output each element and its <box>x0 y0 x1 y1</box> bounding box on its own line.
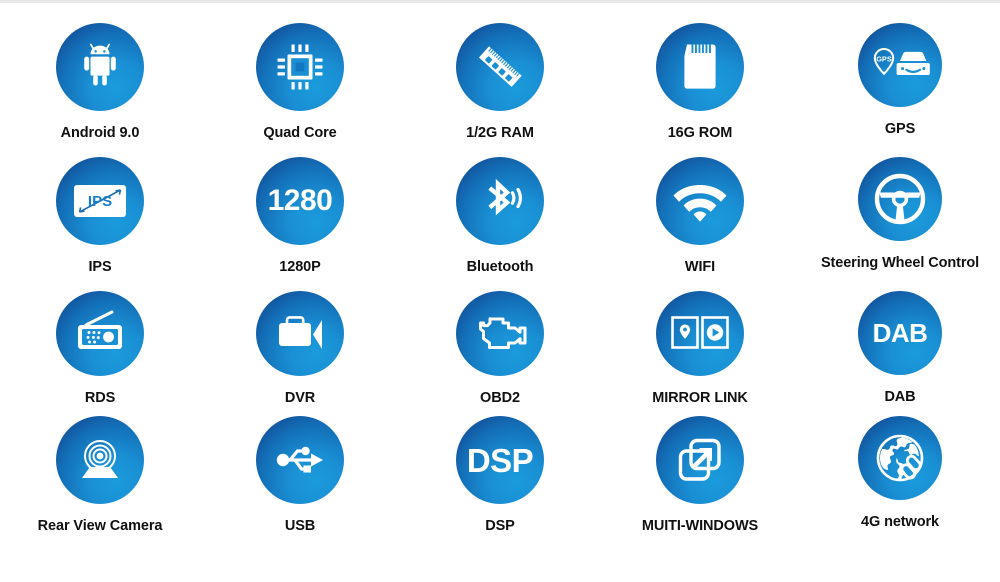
feature-cell-steering-wheel: Steering Wheel Control <box>800 148 1000 282</box>
badge-dvr <box>256 291 344 376</box>
feature-cell-rom: 16G ROM <box>600 14 800 148</box>
badge-1280p: 1280 <box>256 157 344 245</box>
feature-label: OBD2 <box>480 389 520 406</box>
feature-cell-ram: 1/2G RAM <box>400 14 600 148</box>
feature-label: IPS <box>88 259 112 275</box>
multi-windows-icon <box>674 434 726 486</box>
feature-cell-gps: GPS GPS <box>800 14 1000 148</box>
feature-cell-ips: IPS IPS <box>0 148 200 282</box>
feature-cell-quad-core: Quad Core <box>200 14 400 148</box>
feature-cell-dsp: DSP DSP <box>400 407 600 539</box>
badge-obd2 <box>456 291 544 376</box>
ram-memory-stick-icon <box>472 39 528 95</box>
badge-dsp: DSP <box>456 416 544 504</box>
feature-cell-android: Android 9.0 <box>0 14 200 148</box>
badge-android <box>56 23 144 111</box>
feature-cell-rear-view-camera: Rear View Camera <box>0 407 200 539</box>
feature-label: DVR <box>284 389 316 406</box>
feature-label: USB <box>284 518 316 534</box>
feature-cell-multi-windows: MUITI-WINDOWS <box>600 407 800 539</box>
check-engine-icon <box>472 310 528 356</box>
feature-label: MUITI-WINDOWS <box>641 518 759 534</box>
feature-label: DSP <box>485 518 515 534</box>
badge-steering-wheel <box>858 157 942 241</box>
usb-icon <box>273 438 327 482</box>
globe-network-icon <box>871 429 929 487</box>
ips-display-icon: IPS <box>69 178 131 224</box>
feature-label: MIRROR LINK <box>652 389 748 406</box>
badge-mirror-link <box>656 291 744 376</box>
feature-grid-page: Android 9.0 Quad Core 1/2G RAM 16G ROM G… <box>0 0 1000 582</box>
feature-cell-4g-network: 4G network <box>800 407 1000 539</box>
badge-usb <box>256 416 344 504</box>
feature-label: 4G network <box>861 514 939 530</box>
badge-rom <box>656 23 744 111</box>
wifi-icon <box>672 179 728 223</box>
feature-cell-obd2: OBD2 <box>400 282 600 407</box>
bluetooth-icon <box>474 175 526 227</box>
feature-label: DAB <box>884 389 916 405</box>
cpu-chip-icon <box>273 40 327 94</box>
feature-label: 16G ROM <box>667 125 733 141</box>
feature-label: Android 9.0 <box>60 125 140 141</box>
feature-label: RDS <box>84 389 116 406</box>
feature-cell-rds: RDS <box>0 282 200 407</box>
video-camera-icon <box>272 311 328 355</box>
feature-label: 1/2G RAM <box>466 125 534 141</box>
badge-wifi <box>656 157 744 245</box>
sd-card-icon <box>676 41 724 93</box>
feature-cell-1280p: 1280 1280P <box>200 148 400 282</box>
rear-view-camera-icon <box>72 436 128 484</box>
badge-rear-view-camera <box>56 416 144 504</box>
feature-label: Steering Wheel Control <box>820 255 980 271</box>
feature-cell-bluetooth: Bluetooth <box>400 148 600 282</box>
feature-label: Quad Core <box>263 125 337 141</box>
badge-ram <box>456 23 544 111</box>
feature-label: GPS <box>884 121 916 137</box>
mirror-link-screens-icon <box>669 313 731 353</box>
badge-quad-core <box>256 23 344 111</box>
gps-car-navigation-icon: GPS <box>870 43 930 87</box>
resolution-text-icon: 1280 <box>267 184 333 217</box>
top-divider <box>0 0 1000 3</box>
badge-multi-windows <box>656 416 744 504</box>
feature-grid: Android 9.0 Quad Core 1/2G RAM 16G ROM G… <box>0 14 1000 539</box>
badge-4g-network <box>858 416 942 500</box>
feature-cell-dab: DAB DAB <box>800 282 1000 407</box>
badge-rds <box>56 291 144 376</box>
dsp-text-icon: DSP <box>466 441 534 479</box>
ips-badge-text: IPS <box>88 193 112 210</box>
badge-dab: DAB <box>858 291 942 375</box>
feature-label: 1280P <box>279 259 321 275</box>
feature-label: Bluetooth <box>466 259 534 275</box>
feature-cell-usb: USB <box>200 407 400 539</box>
feature-cell-mirror-link: MIRROR LINK <box>600 282 800 407</box>
feature-label: Rear View Camera <box>37 518 163 534</box>
feature-label: WIFI <box>684 259 716 275</box>
steering-wheel-icon <box>872 171 928 227</box>
dab-text-icon: DAB <box>872 318 928 348</box>
badge-gps: GPS <box>858 23 942 107</box>
badge-bluetooth <box>456 157 544 245</box>
feature-cell-dvr: DVR <box>200 282 400 407</box>
android-robot-icon <box>74 41 126 93</box>
feature-cell-wifi: WIFI <box>600 148 800 282</box>
badge-ips: IPS <box>56 157 144 245</box>
radio-icon <box>72 309 128 357</box>
svg-text:GPS: GPS <box>876 55 892 64</box>
